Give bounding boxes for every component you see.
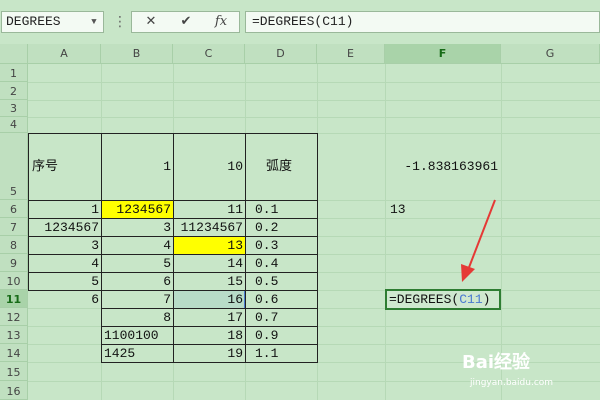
cell-b5[interactable]: 1 [101,158,171,176]
cell-d13[interactable]: 0.9 [255,327,278,345]
cell-a5[interactable]: 序号 [32,158,58,176]
row-header[interactable]: 9 [0,254,28,272]
cell-b6[interactable]: 1234567 [101,201,171,219]
cell-d14[interactable]: 1.1 [255,345,278,363]
cell-d5[interactable]: 弧度 [266,158,292,176]
cell-f5[interactable]: -1.838163961 [385,158,498,176]
row-header[interactable]: 4 [0,117,28,133]
cell-b10[interactable]: 6 [101,273,171,291]
cell-d12[interactable]: 0.7 [255,309,278,327]
row-header[interactable]: 13 [0,326,28,344]
column-header-g[interactable]: G [501,44,600,64]
cell-c6[interactable]: 11 [173,201,243,219]
row-header[interactable]: 1 [0,64,28,82]
cell-d6[interactable]: 0.1 [255,201,278,219]
cell-d7[interactable]: 0.2 [255,219,278,237]
formula-buttons: ✕ ✔ fx [131,11,240,33]
formula-suffix: ) [482,292,491,307]
row-header[interactable]: 15 [0,362,28,381]
cell-c5[interactable]: 10 [173,158,243,176]
column-header-d[interactable]: D [245,44,317,64]
row-header[interactable]: 7 [0,218,28,236]
editing-formula: =DEGREES(C11) [389,291,490,309]
cell-b12[interactable]: 8 [101,309,171,327]
cell-a9[interactable]: 4 [28,255,99,273]
cell-b7[interactable]: 3 [101,219,171,237]
cell-c12[interactable]: 17 [173,309,243,327]
cell-a10[interactable]: 5 [28,273,99,291]
editing-cell-f11[interactable]: =DEGREES(C11) [385,289,501,310]
cell-b9[interactable]: 5 [101,255,171,273]
column-header-c[interactable]: C [173,44,245,64]
cell-a8[interactable]: 3 [28,237,99,255]
row-header[interactable]: 8 [0,236,28,254]
row-header[interactable]: 12 [0,308,28,326]
cell-b8[interactable]: 4 [101,237,171,255]
cancel-icon[interactable]: ✕ [134,12,168,32]
confirm-icon[interactable]: ✔ [169,12,203,32]
more-options-icon: ⋮ [113,14,127,30]
cell-c14[interactable]: 19 [173,345,243,363]
column-header-f[interactable]: F [385,44,501,64]
cell-d8[interactable]: 0.3 [255,237,278,255]
cell-d11[interactable]: 0.6 [255,291,278,309]
row-header[interactable]: 16 [0,381,28,400]
fx-icon[interactable]: fx [204,12,238,32]
watermark: Bai经验 jingyan.baidu.com [462,340,598,398]
cell-d10[interactable]: 0.5 [255,273,278,291]
name-box-value: DEGREES [6,14,61,29]
row-header[interactable]: 2 [0,82,28,100]
annotation-arrow [461,199,496,282]
name-box[interactable]: DEGREES ▼ [1,11,104,33]
cell-c10[interactable]: 15 [173,273,243,291]
column-header-e[interactable]: E [317,44,385,64]
formula-prefix: =DEGREES( [389,292,460,307]
row-header-active[interactable]: 11 [0,290,28,308]
cell-b11[interactable]: 7 [101,291,171,309]
formula-reference: C11 [459,292,483,307]
column-header-b[interactable]: B [101,44,173,64]
cell-c8[interactable]: 13 [173,237,243,255]
row-header[interactable]: 14 [0,344,28,362]
cell-a7[interactable]: 1234567 [28,219,99,237]
cell-a6[interactable]: 1 [28,201,99,219]
cell-f6[interactable]: 13 [390,201,406,219]
cell-d9[interactable]: 0.4 [255,255,278,273]
row-header[interactable]: 6 [0,200,28,218]
cell-a11[interactable]: 6 [28,291,99,309]
cell-b14[interactable]: 1425 [104,345,135,363]
chevron-down-icon[interactable]: ▼ [85,12,103,32]
cell-b13[interactable]: 1100100 [104,327,159,345]
row-header[interactable]: 10 [0,272,28,290]
row-header[interactable]: 3 [0,100,28,117]
watermark-brand: Bai经验 [462,352,531,373]
formula-input[interactable]: =DEGREES(C11) [245,11,600,33]
watermark-url: jingyan.baidu.com [470,378,554,388]
select-all-corner[interactable] [0,44,28,64]
cell-c9[interactable]: 14 [173,255,243,273]
cell-c7[interactable]: 11234567 [173,219,243,237]
cell-c11[interactable]: 16 [173,291,243,309]
cell-c13[interactable]: 18 [173,327,243,345]
row-header[interactable]: 5 [0,133,28,200]
column-header-a[interactable]: A [28,44,101,64]
